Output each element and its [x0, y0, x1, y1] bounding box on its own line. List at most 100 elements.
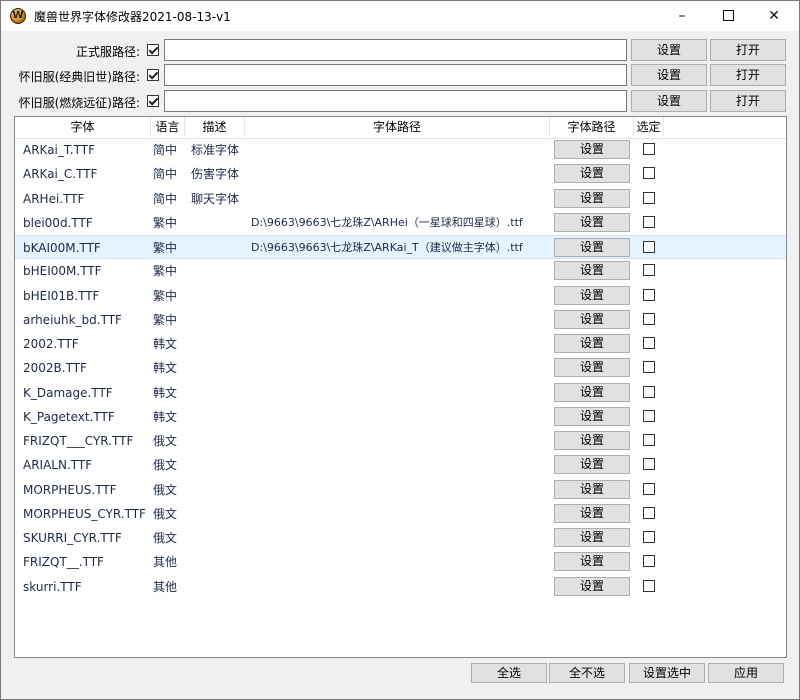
column-header-font[interactable]: 字体: [15, 117, 151, 137]
path-open-button[interactable]: 打开: [710, 90, 786, 112]
table-row[interactable]: SKURRI_CYR.TTF 俄文 设置: [15, 526, 786, 550]
language-cell: 简中: [153, 167, 178, 182]
row-set-button[interactable]: 设置: [554, 309, 630, 329]
path-enable-checkbox[interactable]: [147, 44, 159, 56]
language-cell: 俄文: [153, 531, 178, 545]
row-select-checkbox[interactable]: [643, 361, 655, 374]
table-row[interactable]: MORPHEUS_CYR.TTF 俄文 设置: [15, 502, 786, 526]
table-row[interactable]: ARKai_T.TTF 简中 标准字体 设置: [15, 138, 786, 162]
table-row[interactable]: ARIALN.TTF 俄文 设置: [15, 453, 786, 477]
font-name-cell: SKURRI_CYR.TTF: [23, 531, 122, 545]
table-row[interactable]: bHEI00M.TTF 繁中 设置: [15, 259, 786, 283]
table-row[interactable]: FRIZQT__.TTF 其他 设置: [15, 550, 786, 574]
table-row[interactable]: 2002B.TTF 韩文 设置: [15, 356, 786, 380]
row-select-checkbox[interactable]: [643, 385, 655, 398]
row-select-checkbox[interactable]: [643, 579, 655, 592]
minimize-button[interactable]: –: [659, 1, 705, 31]
table-row[interactable]: skurri.TTF 其他 设置: [15, 575, 786, 599]
path-input[interactable]: [164, 90, 627, 112]
description-cell: [191, 526, 251, 550]
font-name-cell: bHEI01B.TTF: [23, 288, 100, 303]
table-row[interactable]: K_Damage.TTF 韩文 设置: [15, 381, 786, 405]
apply-button[interactable]: 应用: [708, 663, 784, 683]
table-row[interactable]: arheiuhk_bd.TTF 繁中 设置: [15, 308, 786, 332]
column-header-font-path[interactable]: 字体路径: [245, 117, 550, 137]
column-header-language[interactable]: 语言: [151, 117, 185, 137]
row-set-button[interactable]: 设置: [554, 238, 630, 257]
row-set-button[interactable]: 设置: [554, 552, 630, 572]
row-set-button[interactable]: 设置: [554, 261, 630, 281]
description-cell: [191, 405, 251, 429]
close-button[interactable]: ✕: [751, 1, 797, 31]
row-set-button[interactable]: 设置: [554, 285, 630, 305]
font-name-cell: MORPHEUS.TTF: [23, 482, 117, 497]
row-select-checkbox[interactable]: [643, 264, 655, 277]
description-cell: [191, 575, 251, 599]
row-select-checkbox[interactable]: [643, 191, 655, 204]
app-window: W 魔兽世界字体修改器2021-08-13-v1 – ✕ 正式服路径: 设置 打开怀…: [0, 0, 800, 700]
path-enable-checkbox[interactable]: [147, 69, 159, 81]
path-label: 怀旧服(经典旧世)路径:: [18, 70, 140, 84]
row-select-checkbox[interactable]: [643, 506, 655, 519]
row-set-button[interactable]: 设置: [554, 455, 630, 475]
row-set-button[interactable]: 设置: [554, 188, 630, 208]
table-row[interactable]: bHEI01B.TTF 繁中 设置: [15, 284, 786, 308]
row-select-checkbox[interactable]: [643, 167, 655, 180]
row-select-checkbox[interactable]: [643, 409, 655, 422]
row-set-button[interactable]: 设置: [554, 140, 630, 159]
row-set-button[interactable]: 设置: [554, 358, 630, 378]
path-enable-checkbox[interactable]: [147, 95, 159, 107]
row-select-checkbox[interactable]: [643, 288, 655, 301]
row-set-button[interactable]: 设置: [554, 212, 630, 232]
row-select-checkbox[interactable]: [643, 337, 655, 349]
table-row[interactable]: MORPHEUS.TTF 俄文 设置: [15, 478, 786, 502]
path-set-button[interactable]: 设置: [631, 90, 707, 112]
path-set-button[interactable]: 设置: [631, 39, 707, 61]
language-cell: 韩文: [153, 361, 178, 376]
row-set-button[interactable]: 设置: [554, 431, 630, 450]
table-row[interactable]: blei00d.TTF 繁中 D:\9663\9663\七龙珠Z\ARHei（一星球…: [15, 211, 786, 235]
path-set-button[interactable]: 设置: [631, 64, 707, 86]
row-set-button[interactable]: 设置: [554, 382, 630, 402]
row-select-checkbox[interactable]: [643, 143, 655, 155]
row-set-button[interactable]: 设置: [554, 503, 630, 523]
table-row[interactable]: FRIZQT___CYR.TTF 俄文 设置: [15, 429, 786, 453]
row-select-checkbox[interactable]: [643, 555, 655, 568]
font-list[interactable]: 字体 语言 描述 字体路径 字体路径 选定 ARKai_T.TTF 简中 标准字体设…: [14, 116, 787, 658]
path-input[interactable]: [164, 39, 627, 61]
column-header-font-path-set[interactable]: 字体路径: [550, 117, 634, 137]
font-path-cell: [251, 405, 551, 429]
row-set-button[interactable]: 设置: [554, 164, 630, 184]
row-select-checkbox[interactable]: [643, 531, 655, 543]
row-select-checkbox[interactable]: [643, 215, 655, 228]
path-open-button[interactable]: 打开: [710, 64, 786, 86]
row-set-button[interactable]: 设置: [554, 479, 630, 499]
set-selected-button[interactable]: 设置选中: [629, 663, 705, 683]
row-set-button[interactable]: 设置: [554, 528, 630, 547]
table-row[interactable]: K_Pagetext.TTF 韩文 设置: [15, 405, 786, 429]
row-select-checkbox[interactable]: [643, 312, 655, 325]
title-bar[interactable]: W 魔兽世界字体修改器2021-08-13-v1 – ✕: [1, 1, 799, 31]
font-name-cell: ARIALN.TTF: [23, 458, 93, 473]
row-select-checkbox[interactable]: [643, 482, 655, 495]
font-path-cell: [251, 308, 551, 332]
table-row[interactable]: ARKai_C.TTF 简中 伤害字体 设置: [15, 162, 786, 186]
column-header-selected[interactable]: 选定: [634, 117, 664, 137]
table-row[interactable]: bKAI00M.TTF 繁中 D:\9663\9663\七龙珠Z\ARKai_T（建…: [15, 235, 786, 259]
row-select-checkbox[interactable]: [643, 241, 655, 253]
row-select-checkbox[interactable]: [643, 434, 655, 446]
language-cell: 俄文: [153, 482, 178, 497]
maximize-button[interactable]: [705, 1, 751, 31]
path-input[interactable]: [164, 64, 627, 86]
select-none-button[interactable]: 全不选: [549, 663, 625, 683]
row-set-button[interactable]: 设置: [554, 334, 630, 353]
window-title: 魔兽世界字体修改器2021-08-13-v1: [34, 10, 231, 24]
row-select-checkbox[interactable]: [643, 458, 655, 471]
column-header-description[interactable]: 描述: [185, 117, 245, 137]
table-row[interactable]: 2002.TTF 韩文 设置: [15, 332, 786, 356]
row-set-button[interactable]: 设置: [554, 576, 630, 596]
row-set-button[interactable]: 设置: [554, 406, 630, 426]
path-open-button[interactable]: 打开: [710, 39, 786, 61]
table-row[interactable]: ARHei.TTF 简中 聊天字体 设置: [15, 187, 786, 211]
select-all-button[interactable]: 全选: [471, 663, 547, 683]
